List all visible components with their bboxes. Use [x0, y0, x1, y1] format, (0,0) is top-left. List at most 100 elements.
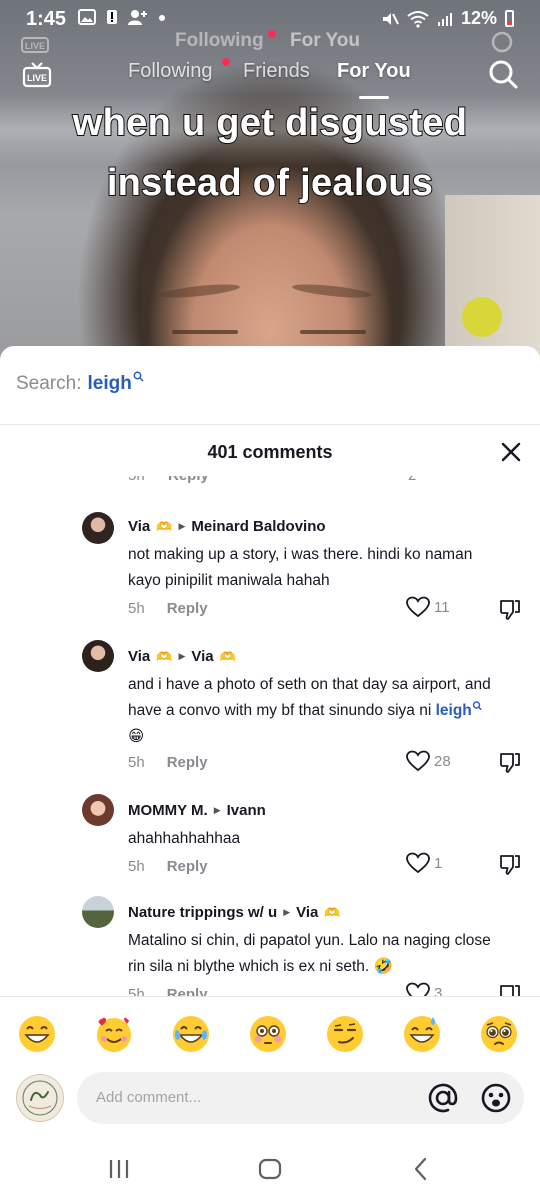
comment-line: have a convo with my bf that sinundo siy…: [128, 698, 508, 724]
ghost-nav-row: LIVE Following For You: [0, 30, 540, 56]
avatar[interactable]: [82, 794, 114, 826]
dislike-icon[interactable]: [498, 598, 522, 622]
search-term-icon: [133, 371, 144, 382]
like-count: 3: [434, 984, 443, 997]
dot-icon: [159, 15, 165, 21]
tab-friends[interactable]: Friends: [243, 60, 310, 83]
battery-percent: 12%: [460, 8, 497, 28]
add-comment-field[interactable]: Add comment...: [77, 1072, 524, 1124]
reply-arrow-icon: ▶: [178, 651, 186, 661]
comment-header: MOMMY M. ▶ Ivann: [128, 802, 266, 819]
pleading-face-emoji[interactable]: [479, 1014, 519, 1054]
flushed-face-emoji[interactable]: [248, 1014, 288, 1054]
comment-meta: 5h Reply: [128, 754, 208, 771]
mute-icon: [382, 12, 399, 25]
comment-text: ahahhahhahhaa: [128, 826, 508, 852]
close-icon[interactable]: [500, 441, 522, 463]
search-icon[interactable]: [487, 58, 519, 90]
peek-likes: 2: [408, 476, 416, 484]
comment-line: ahahhahhahhaa: [128, 830, 241, 847]
reply-button[interactable]: Reply: [167, 600, 208, 617]
grinning-face-emoji[interactable]: [17, 1014, 57, 1054]
reply-to-username[interactable]: Via: [191, 648, 213, 665]
comment-time: 5h: [128, 986, 145, 996]
heart-hands-icon: 🫶: [324, 904, 341, 920]
reply-arrow-icon: ▶: [178, 521, 186, 531]
notification-icons: [78, 9, 166, 25]
comment-username[interactable]: MOMMY M.: [128, 802, 208, 819]
comment-item: Via 🫶 ▶ Meinard Baldovino not making up …: [0, 512, 540, 632]
like-button[interactable]: 1: [406, 852, 442, 874]
comment-meta: 5h Reply: [128, 858, 208, 875]
reply-button[interactable]: Reply: [167, 986, 208, 996]
signal-icon: [437, 12, 452, 26]
smirking-face-emoji[interactable]: [325, 1014, 365, 1054]
comment-line: rin sila ni blythe which is ex ni seth. …: [128, 958, 393, 975]
reply-button[interactable]: Reply: [167, 754, 208, 771]
search-term[interactable]: leigh: [87, 373, 131, 395]
active-tab-indicator: [359, 96, 389, 99]
like-button[interactable]: 28: [406, 750, 451, 772]
dislike-icon[interactable]: [498, 751, 522, 775]
heart-hands-icon: 🫶: [156, 518, 173, 534]
reply-to-username[interactable]: Via: [296, 904, 318, 921]
comment-line-text: have a convo with my bf that sinundo siy…: [128, 702, 436, 719]
comment-emoji: 😁: [128, 728, 145, 745]
comment-username[interactable]: Via: [128, 518, 150, 535]
search-link-icon: [472, 701, 482, 711]
comment-item: Nature trippings w/ u ▶ Via 🫶 Matalino s…: [0, 896, 540, 996]
comment-search-bar[interactable]: Search: leigh: [16, 371, 144, 395]
avatar[interactable]: [82, 896, 114, 928]
face-with-tears-of-joy-emoji[interactable]: [171, 1014, 211, 1054]
grinning-sweat-face-emoji[interactable]: [402, 1014, 442, 1054]
emoji-picker-icon[interactable]: [480, 1082, 512, 1114]
heart-hands-icon: 🫶: [156, 648, 173, 664]
comment-header: Via 🫶 ▶ Via 🫶: [128, 648, 236, 665]
home-icon[interactable]: [255, 1154, 285, 1184]
recent-apps-icon[interactable]: [104, 1154, 134, 1184]
reply-to-username[interactable]: Ivann: [227, 802, 266, 819]
ghost-notification-dot: [268, 30, 276, 38]
top-nav: LIVE Following Friends For You: [0, 58, 540, 94]
comment-time: 5h: [128, 754, 145, 771]
like-button[interactable]: 11: [406, 596, 450, 618]
right-eyebrow: [291, 281, 373, 301]
live-icon[interactable]: LIVE: [22, 60, 52, 90]
comment-username[interactable]: Via: [128, 648, 150, 665]
like-count: 11: [434, 598, 450, 616]
ghost-live-text: LIVE: [25, 41, 45, 51]
tab-for-you[interactable]: For You: [337, 60, 411, 83]
avatar[interactable]: [82, 640, 114, 672]
comments-count: 401 comments: [207, 442, 333, 462]
like-button[interactable]: 3: [406, 982, 442, 996]
right-eye: [300, 330, 366, 334]
reply-to-username[interactable]: Meinard Baldovino: [191, 518, 325, 535]
my-avatar[interactable]: [16, 1074, 64, 1122]
peek-reply[interactable]: Reply: [168, 476, 209, 484]
ghost-live-icon: LIVE: [21, 37, 49, 53]
dislike-icon[interactable]: [498, 853, 522, 877]
left-eye: [172, 330, 238, 334]
dislike-icon[interactable]: [498, 983, 522, 996]
sheet-divider: [0, 424, 540, 425]
tab-following[interactable]: Following: [128, 60, 212, 83]
add-comment-placeholder: Add comment...: [96, 1089, 202, 1106]
comment-text: and i have a photo of seth on that day s…: [128, 672, 508, 750]
search-prefix: Search:: [16, 373, 82, 394]
live-icon-label: LIVE: [27, 73, 47, 83]
like-count: 1: [434, 854, 443, 872]
android-nav-bar: [0, 1140, 540, 1200]
reply-arrow-icon: ▶: [213, 805, 221, 815]
avatar[interactable]: [82, 512, 114, 544]
comment-line: kayo pinipilit maniwala hahah: [128, 572, 330, 589]
heart-hands-icon: 🫶: [219, 648, 236, 664]
mention-icon[interactable]: [427, 1082, 459, 1114]
smiling-face-with-hearts-emoji[interactable]: [94, 1014, 134, 1054]
back-icon[interactable]: [406, 1154, 436, 1184]
reply-button[interactable]: Reply: [167, 858, 208, 875]
left-eyebrow: [159, 281, 241, 301]
search-link[interactable]: leigh: [436, 702, 472, 719]
ghost-for-you-label: For You: [290, 30, 361, 51]
alert-icon: [107, 10, 117, 24]
comment-username[interactable]: Nature trippings w/ u: [128, 904, 277, 921]
